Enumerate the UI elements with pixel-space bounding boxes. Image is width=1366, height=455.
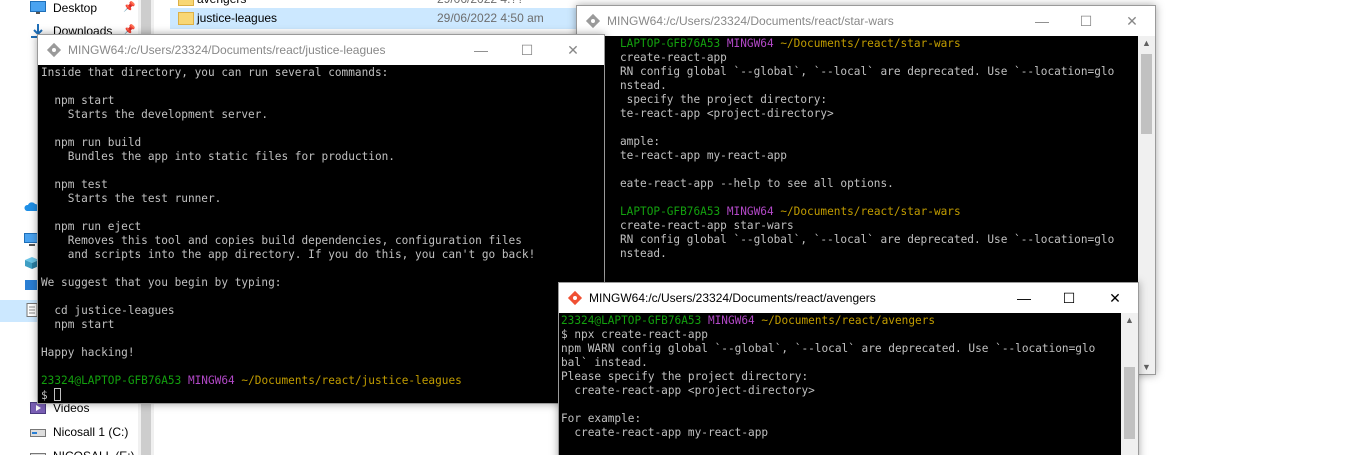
desktop-icon [30, 1, 46, 14]
terminal-line: npm test [41, 178, 108, 191]
terminal-line: Please specify the project directory: [561, 370, 809, 383]
terminal-line: ample: [620, 135, 661, 148]
minimize-button[interactable]: — [1001, 283, 1047, 313]
terminal-line: bal` instead. [561, 356, 648, 369]
git-bash-icon [585, 13, 601, 29]
pin-icon: 📌 [123, 2, 136, 13]
prompt-env: MINGW64 [707, 314, 755, 327]
terminal-window-avengers[interactable]: MINGW64:/c/Users/23324/Documents/react/a… [558, 282, 1139, 455]
terminal-output[interactable]: 23324@LAPTOP-GFB76A53 MINGW64 ~/Document… [559, 313, 1121, 455]
maximize-button[interactable]: ☐ [1063, 6, 1109, 36]
terminal-line: npm WARN config global `--global`, `--lo… [561, 342, 1096, 355]
file-row-selected[interactable]: justice-leagues 29/06/2022 4:50 am [170, 8, 580, 29]
vertical-scrollbar[interactable]: ▲ [1121, 313, 1138, 455]
terminal-line: te-react-app my-react-app [620, 149, 787, 162]
title-bar[interactable]: MINGW64:/c/Users/23324/Documents/react/j… [38, 35, 604, 65]
terminal-line: Inside that directory, you can run sever… [41, 66, 389, 79]
minimize-button[interactable]: — [1019, 6, 1065, 36]
terminal-window-justice-leagues[interactable]: MINGW64:/c/Users/23324/Documents/react/j… [37, 34, 605, 404]
desktop-root: Desktop 📌 Downloads 📌 Videos Nicosall 1 … [0, 0, 1366, 455]
terminal-line: For example: [561, 412, 642, 425]
prompt-symbol: $ [41, 389, 48, 402]
vertical-scrollbar[interactable]: ▲ ▼ [1138, 36, 1155, 374]
terminal-line: npm start [41, 318, 115, 331]
folder-icon [178, 0, 194, 6]
minimize-button[interactable]: — [458, 35, 504, 65]
terminal-line: create-react-app my-react-app [561, 426, 769, 439]
scrollbar-thumb[interactable] [1124, 367, 1135, 439]
terminal-line: cd justice-leagues [41, 304, 175, 317]
terminal-line: create-react-app star-wars [620, 219, 794, 232]
terminal-line: Starts the development server. [41, 108, 269, 121]
terminal-line: LAPTOP-GFB76A53 MINGW64 ~/Documents/reac… [620, 205, 961, 219]
title-bar[interactable]: MINGW64:/c/Users/23324/Documents/react/a… [559, 283, 1138, 313]
terminal-line: npm run eject [41, 220, 142, 233]
drive-icon [30, 429, 46, 437]
prompt-env: MINGW64 [187, 374, 235, 387]
window-title: MINGW64:/c/Users/23324/Documents/react/a… [589, 291, 876, 305]
terminal-line: and scripts into the app directory. If y… [41, 248, 536, 261]
prompt-path: ~/Documents/react/justice-leagues [241, 374, 462, 387]
prompt-user: 23324@LAPTOP-GFB76A53 [561, 314, 702, 327]
terminal-line: create-react-app <project-directory> [561, 384, 815, 397]
terminal-line: We suggest that you begin by typing: [41, 276, 282, 289]
close-button[interactable]: ✕ [1109, 6, 1155, 36]
folder-icon [178, 12, 194, 25]
terminal-line: te-react-app <project-directory> [620, 107, 834, 120]
prompt-user: LAPTOP-GFB76A53 [620, 37, 721, 50]
terminal-line: nstead. [620, 247, 667, 260]
file-name: justice-leagues [197, 11, 278, 25]
scroll-up-arrow-icon[interactable]: ▲ [1138, 36, 1155, 50]
window-title: MINGW64:/c/Users/23324/Documents/react/j… [68, 43, 386, 57]
nav-item-desktop[interactable]: Desktop 📌 [0, 0, 138, 19]
scroll-up-arrow-icon[interactable]: ▲ [1121, 313, 1138, 327]
text-cursor [54, 388, 62, 401]
terminal-line: RN config global `--global`, `--local` a… [620, 65, 1115, 78]
terminal-line: specify the project directory: [620, 93, 828, 106]
terminal-line: npm start [41, 94, 115, 107]
maximize-button[interactable]: ☐ [1046, 283, 1092, 313]
nav-label: Desktop [53, 1, 98, 15]
terminal-line: eate-react-app --help to see all options… [620, 177, 894, 190]
usb-drive-icon [30, 453, 46, 455]
terminal-line: Removes this tool and copies build depen… [41, 234, 522, 247]
window-title: MINGW64:/c/Users/23324/Documents/react/s… [607, 14, 894, 28]
terminal-line: nstead. [620, 79, 667, 92]
scroll-down-arrow-icon[interactable]: ▼ [1138, 360, 1155, 374]
nav-item-drive-c[interactable]: Nicosall 1 (C:) [0, 421, 138, 443]
close-button[interactable]: ✕ [1092, 283, 1138, 313]
prompt-path: ~/Documents/react/avengers [761, 314, 936, 327]
terminal-line: $ [41, 388, 62, 402]
nav-item-drive-e[interactable]: NICOSALL (E:) [0, 445, 138, 455]
terminal-line: Starts the test runner. [41, 192, 222, 205]
close-button[interactable]: ✕ [550, 35, 596, 65]
prompt-env: MINGW64 [726, 37, 774, 50]
terminal-line: RN config global `--global`, `--local` a… [620, 233, 1115, 246]
terminal-output[interactable]: Inside that directory, you can run sever… [38, 65, 604, 403]
terminal-line: Happy hacking! [41, 346, 135, 359]
nav-label: NICOSALL (E:) [53, 445, 135, 455]
git-bash-icon [46, 42, 62, 58]
nav-label: Nicosall 1 (C:) [53, 425, 129, 439]
terminal-line: LAPTOP-GFB76A53 MINGW64 ~/Documents/reac… [620, 37, 961, 51]
maximize-button[interactable]: ☐ [504, 35, 550, 65]
scrollbar-thumb[interactable] [1141, 54, 1152, 134]
terminal-line: $ npx create-react-app [561, 328, 708, 341]
prompt-env: MINGW64 [726, 205, 774, 218]
git-bash-icon [567, 290, 583, 306]
prompt-user: 23324@LAPTOP-GFB76A53 [41, 374, 182, 387]
terminal-line: 23324@LAPTOP-GFB76A53 MINGW64 ~/Document… [41, 374, 462, 388]
title-bar[interactable]: MINGW64:/c/Users/23324/Documents/react/s… [577, 6, 1155, 36]
prompt-user: LAPTOP-GFB76A53 [620, 205, 721, 218]
terminal-line: Bundles the app into static files for pr… [41, 150, 395, 163]
prompt-path: ~/Documents/react/star-wars [780, 37, 961, 50]
terminal-line: 23324@LAPTOP-GFB76A53 MINGW64 ~/Document… [561, 314, 935, 328]
file-date: 29/06/2022 4:50 am [437, 11, 544, 25]
terminal-line: npm run build [41, 136, 142, 149]
terminal-line: create-react-app [620, 51, 727, 64]
prompt-path: ~/Documents/react/star-wars [780, 205, 961, 218]
